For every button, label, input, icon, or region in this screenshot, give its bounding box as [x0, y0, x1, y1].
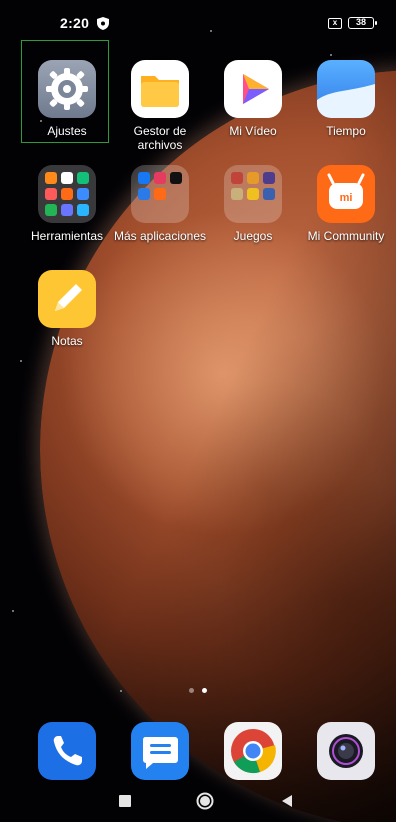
app-weather[interactable]: Tiempo [298, 60, 394, 138]
cloud-icon [317, 60, 375, 118]
app-folder-tools[interactable]: Herramientas [19, 165, 115, 243]
recents-button[interactable] [118, 794, 132, 808]
back-button[interactable] [280, 794, 294, 808]
app-label: Juegos [233, 229, 273, 243]
app-folder-games[interactable]: Juegos [205, 165, 301, 243]
app-notes[interactable]: Notas [19, 270, 115, 348]
app-label: Ajustes [47, 124, 87, 138]
app-label: Herramientas [30, 229, 104, 243]
app-folder-more-apps[interactable]: Más aplicaciones [112, 165, 208, 243]
folder-more-apps-icon [131, 165, 189, 223]
page-dot-active[interactable] [202, 688, 207, 693]
folder-games-icon [224, 165, 282, 223]
page-indicator[interactable] [0, 688, 396, 693]
app-mi-community[interactable]: mi Mi Community [298, 165, 394, 243]
mi-logo-text: mi [340, 192, 353, 204]
app-label: Mi Vídeo [229, 124, 277, 138]
app-settings[interactable]: Ajustes [19, 60, 115, 138]
messages-icon[interactable] [131, 722, 189, 780]
status-bar: 2:20 x 38 [0, 0, 396, 46]
camera-icon[interactable] [317, 722, 375, 780]
page-dot[interactable] [189, 688, 194, 693]
navigation-bar [0, 782, 396, 822]
home-button[interactable] [196, 792, 214, 810]
dock [0, 722, 396, 780]
gear-icon [38, 60, 96, 118]
status-time: 2:20 [60, 15, 90, 31]
pencil-icon [38, 270, 96, 328]
battery-icon: 38 [348, 17, 377, 29]
app-label: Más aplicaciones [113, 229, 207, 243]
app-label: Mi Community [307, 229, 385, 243]
play-icon [224, 60, 282, 118]
app-label: Tiempo [326, 124, 366, 138]
mi-community-icon: mi [317, 165, 375, 223]
chrome-icon[interactable] [224, 722, 282, 780]
app-file-manager[interactable]: Gestor de archivos [112, 60, 208, 152]
phone-icon[interactable] [38, 722, 96, 780]
folder-tools-icon [38, 165, 96, 223]
app-label: Notas [51, 334, 83, 348]
folder-icon [131, 60, 189, 118]
app-mi-video[interactable]: Mi Vídeo [205, 60, 301, 138]
no-sim-icon: x [328, 17, 342, 29]
shield-icon [97, 16, 110, 30]
app-label: Gestor de archivos [133, 124, 187, 152]
